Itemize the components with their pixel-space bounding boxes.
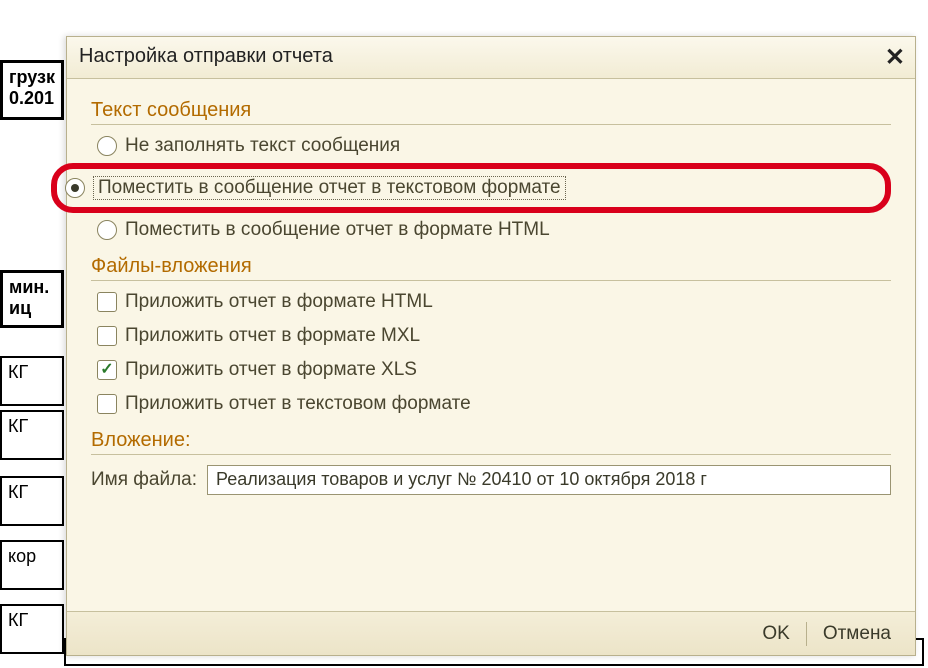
section-attachments: Файлы-вложения — [91, 255, 891, 281]
ok-button[interactable]: OK — [756, 621, 795, 647]
close-icon[interactable]: ✕ — [885, 43, 905, 72]
highlight-annotation: Поместить в сообщение отчет в текстовом … — [51, 163, 891, 213]
bg-unit-cell: КГ — [0, 604, 64, 654]
checkbox-icon[interactable] — [97, 394, 117, 414]
radio-icon[interactable] — [97, 220, 117, 240]
checkbox-icon[interactable] — [97, 326, 117, 346]
filename-input[interactable]: Реализация товаров и услуг № 20410 от 10… — [207, 465, 891, 495]
radio-option-html-format[interactable]: Поместить в сообщение отчет в формате HT… — [91, 213, 891, 247]
checkbox-label: Приложить отчет в формате MXL — [125, 325, 420, 347]
section-attachment-name: Вложение: — [91, 429, 891, 455]
bg-cell-text: мин. — [9, 277, 55, 298]
cancel-button[interactable]: Отмена — [817, 621, 897, 647]
checkbox-label: Приложить отчет в текстовом формате — [125, 393, 471, 415]
dialog-footer: OK Отмена — [67, 611, 915, 655]
checkbox-html[interactable]: Приложить отчет в формате HTML — [91, 285, 891, 319]
bg-unit-cell: кор — [0, 540, 64, 590]
checkbox-text[interactable]: Приложить отчет в текстовом формате — [91, 387, 891, 421]
radio-label: Поместить в сообщение отчет в текстовом … — [93, 176, 566, 200]
radio-option-no-text[interactable]: Не заполнять текст сообщения — [91, 129, 891, 163]
radio-label: Не заполнять текст сообщения — [125, 135, 400, 157]
filename-label: Имя файла: — [91, 469, 197, 491]
bg-cell-header: грузк 0.201 — [0, 60, 64, 120]
checkbox-icon[interactable] — [97, 292, 117, 312]
bg-unit-cell: КГ — [0, 410, 64, 460]
dialog-title: Настройка отправки отчета — [79, 45, 333, 67]
bg-unit-cell: КГ — [0, 476, 64, 526]
checkbox-xls[interactable]: Приложить отчет в формате XLS — [91, 353, 891, 387]
radio-icon[interactable] — [97, 136, 117, 156]
report-send-settings-dialog: Настройка отправки отчета ✕ Текст сообще… — [66, 36, 916, 656]
checkbox-icon[interactable] — [97, 360, 117, 380]
dialog-titlebar: Настройка отправки отчета ✕ — [67, 37, 915, 79]
radio-label: Поместить в сообщение отчет в формате HT… — [125, 219, 550, 241]
bg-cell-text: 0.201 — [9, 88, 55, 109]
section-message-text: Текст сообщения — [91, 99, 891, 125]
bg-cell-header2: мин. иц — [0, 270, 64, 328]
radio-icon[interactable] — [65, 178, 85, 198]
radio-option-text-format[interactable]: Поместить в сообщение отчет в текстовом … — [59, 171, 875, 205]
bg-cell-text: грузк — [9, 67, 55, 88]
bg-unit-cell: КГ — [0, 356, 64, 406]
footer-separator — [806, 622, 807, 646]
checkbox-label: Приложить отчет в формате XLS — [125, 359, 417, 381]
filename-row: Имя файла: Реализация товаров и услуг № … — [91, 465, 891, 495]
dialog-body: Текст сообщения Не заполнять текст сообщ… — [67, 79, 915, 495]
bg-cell-text: иц — [9, 298, 55, 319]
checkbox-mxl[interactable]: Приложить отчет в формате MXL — [91, 319, 891, 353]
checkbox-label: Приложить отчет в формате HTML — [125, 291, 433, 313]
